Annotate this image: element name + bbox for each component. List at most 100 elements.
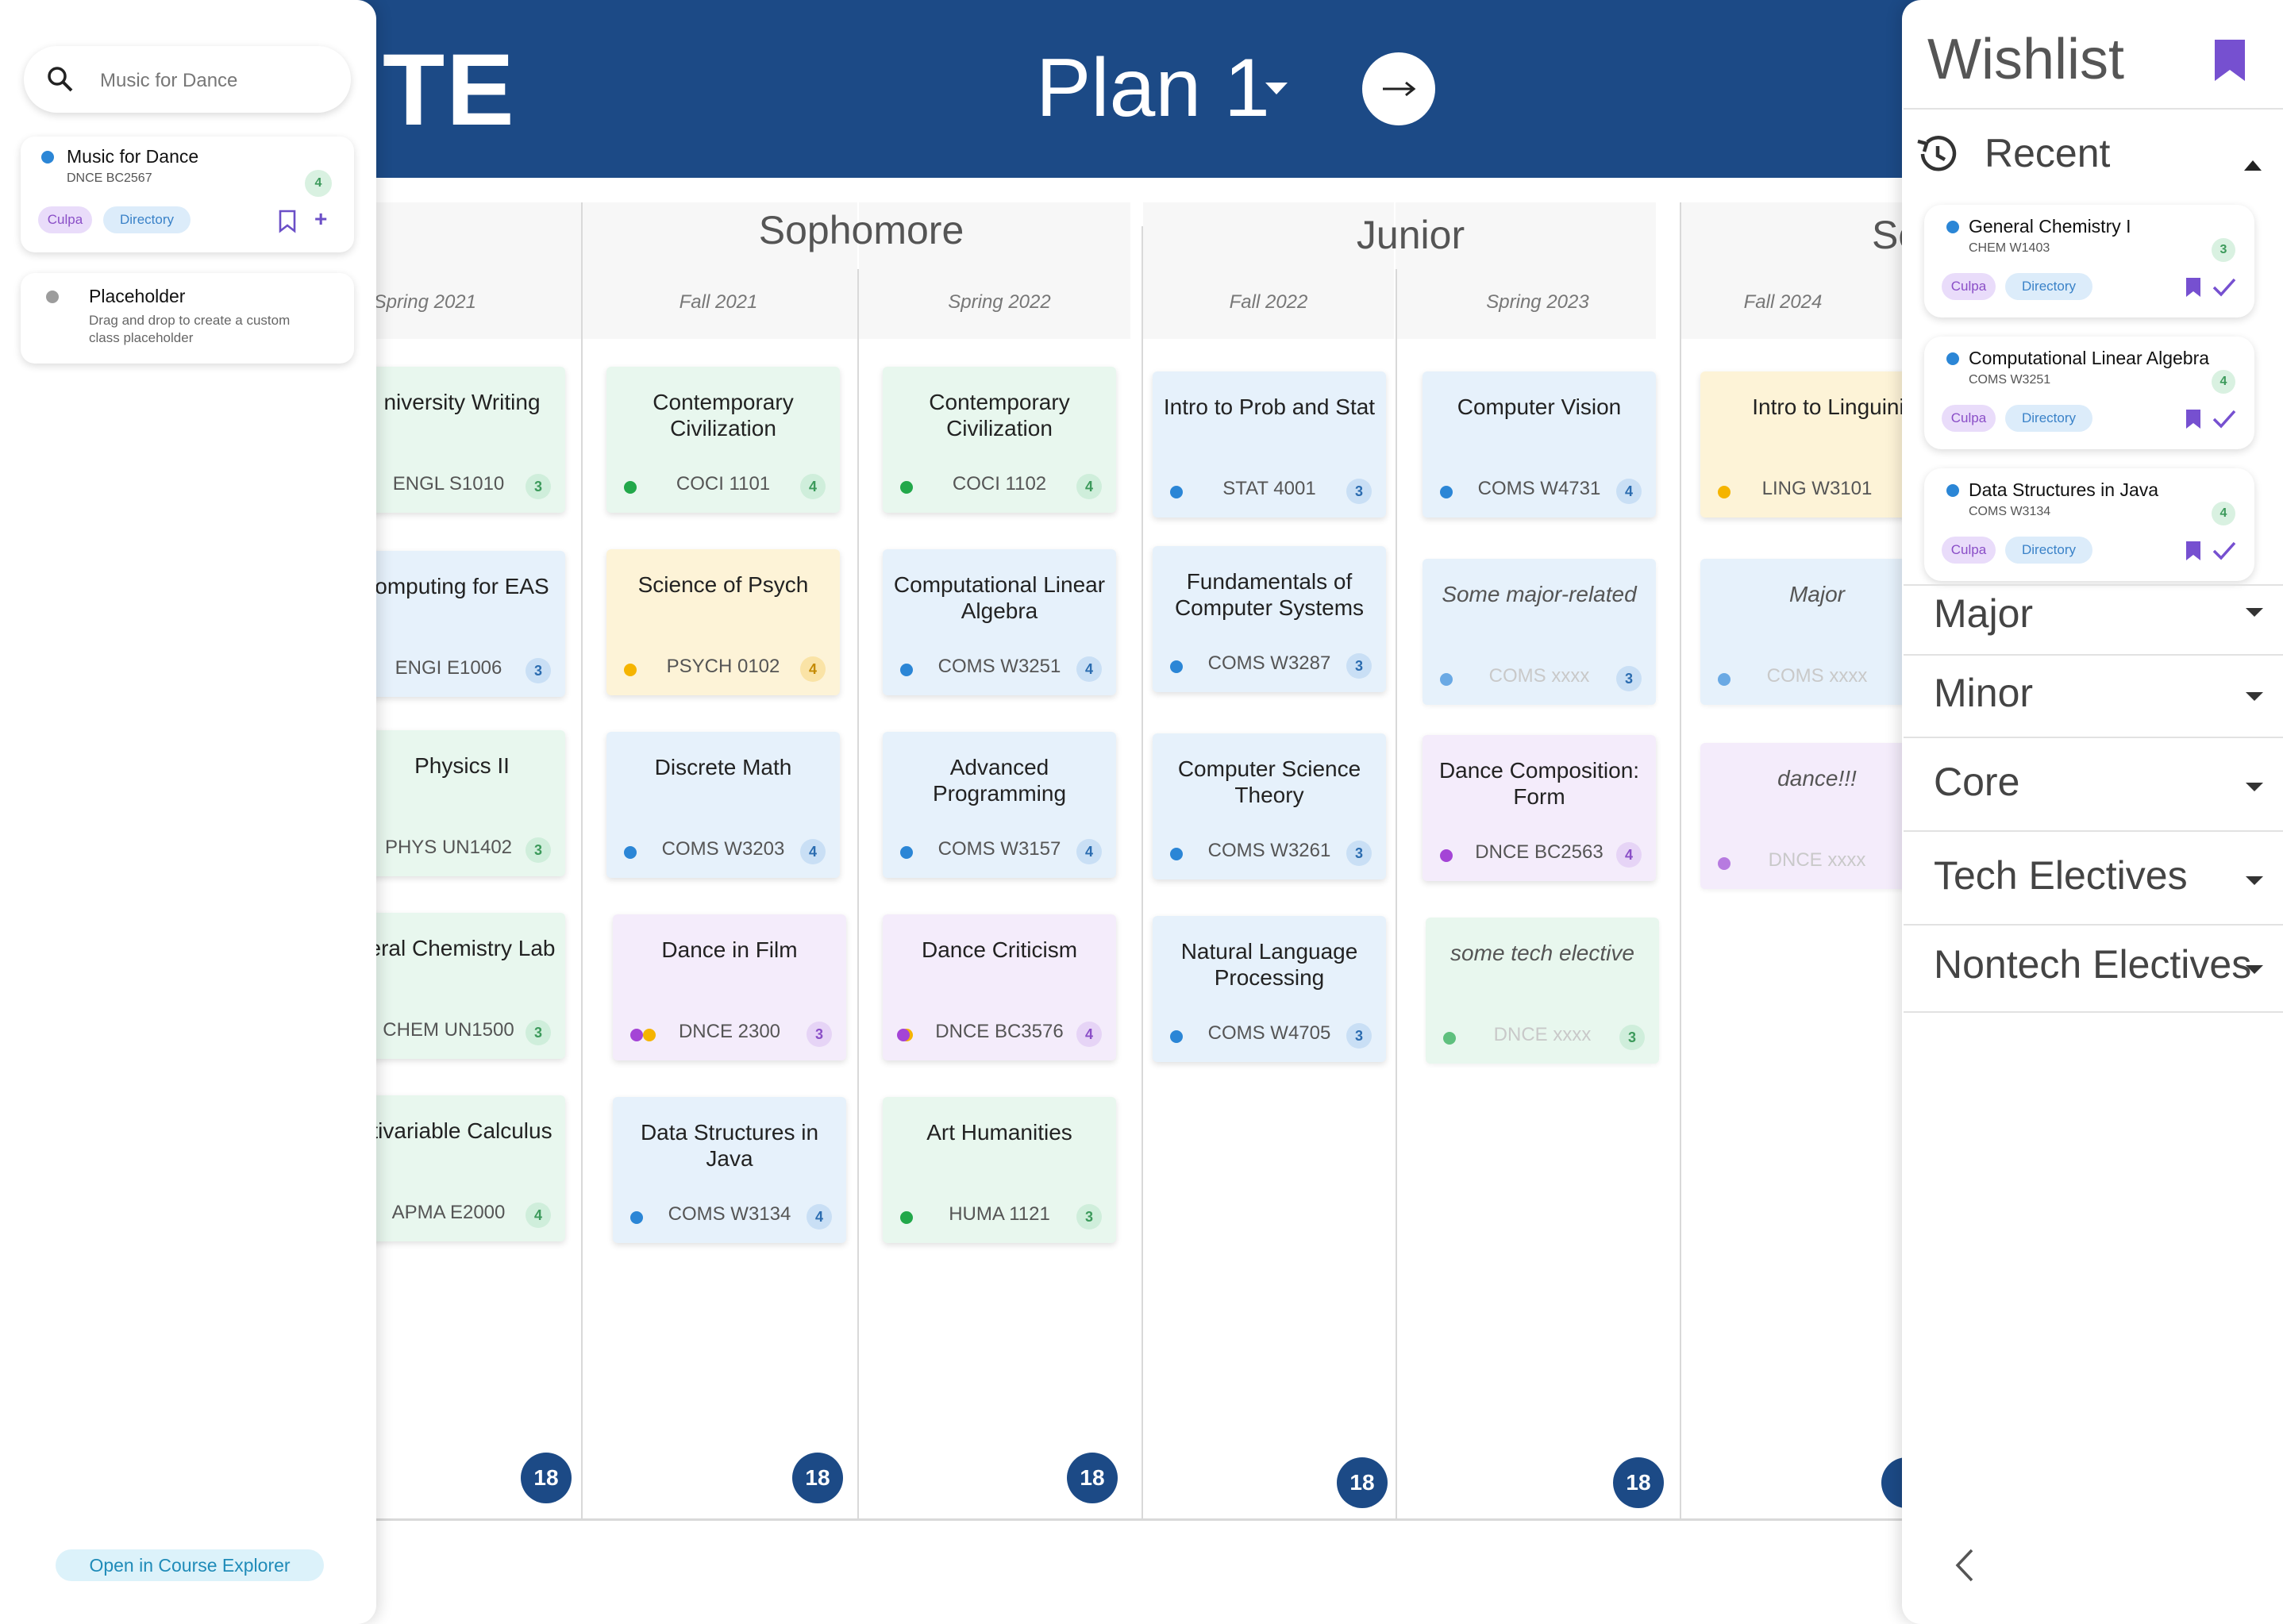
divider [1904, 584, 2283, 586]
open-course-explorer-button[interactable]: Open in Course Explorer [56, 1549, 324, 1581]
directory-link[interactable]: Directory [2005, 405, 2092, 432]
check-icon[interactable] [2212, 540, 2237, 562]
bookmark-icon[interactable] [2185, 540, 2202, 562]
placeholder-course-card[interactable]: Major COMS xxxx [1700, 559, 1934, 705]
placeholder-course-card[interactable]: Some major-related COMS xxxx 3 [1423, 559, 1656, 705]
course-code: COMS xxxx [1488, 665, 1590, 687]
category-dot [41, 151, 54, 164]
course-card[interactable]: Computational Linear Algebra COMS W3251 … [883, 549, 1116, 695]
course-card[interactable]: Natural Language Processing COMS W4705 3 [1153, 916, 1386, 1062]
wishlist-section-minor[interactable]: Minor [1934, 670, 2033, 716]
course-card[interactable]: Intro to Linguini LING W3101 [1700, 371, 1934, 518]
wishlist-section-nontech-electives[interactable]: Nontech Electives [1934, 941, 2251, 987]
course-card[interactable]: Computer Vision COMS W4731 4 [1423, 371, 1656, 518]
course-title: Some major-related [1442, 582, 1637, 606]
wishlist-course-card[interactable]: Data Structures in Java COMS W3134 4 Cul… [1924, 468, 2254, 581]
semester-credit-total: 18 [792, 1453, 843, 1503]
credit-badge: 4 [1076, 656, 1102, 682]
category-dot [46, 291, 59, 303]
plan-selector[interactable]: Plan 1 [1036, 41, 1270, 136]
wishlist-section-tech-electives[interactable]: Tech Electives [1934, 852, 2188, 899]
course-title: Contemporary Civilization [929, 390, 1070, 441]
course-card[interactable]: Computer Science Theory COMS W3261 3 [1153, 733, 1386, 879]
next-plan-button[interactable] [1362, 52, 1435, 125]
credit-badge: 3 [1616, 666, 1642, 691]
divider [1904, 924, 2283, 926]
course-title: Discrete Math [654, 755, 792, 779]
course-code: COMS W4731 [1477, 478, 1601, 499]
course-card[interactable]: Art Humanities HUMA 1121 3 [883, 1097, 1116, 1243]
bookmark-icon[interactable] [2185, 276, 2202, 298]
wishlist-course-code: CHEM W1403 [1969, 241, 2050, 255]
category-dot [1440, 673, 1453, 686]
wishlist-section-major[interactable]: Major [1934, 591, 2033, 637]
credit-badge: 4 [800, 656, 826, 682]
course-card[interactable]: Dance in Film DNCE 2300 3 [613, 914, 846, 1060]
course-card[interactable]: Contemporary Civilization COCI 1101 4 [606, 367, 840, 513]
course-title: Physics II [414, 753, 510, 778]
course-card[interactable]: Intro to Prob and Stat STAT 4001 3 [1153, 371, 1386, 518]
directory-link[interactable]: Directory [2005, 273, 2092, 300]
add-course-icon[interactable]: + [314, 206, 327, 232]
course-card[interactable]: Dance Composition: Form DNCE BC2563 4 [1423, 735, 1656, 881]
semester-credit-total: 18 [521, 1453, 572, 1503]
chevron-left-icon[interactable] [1954, 1548, 1975, 1583]
check-icon[interactable] [2212, 276, 2237, 298]
search-result-card[interactable]: Music for Dance DNCE BC2567 4 Culpa Dire… [21, 137, 354, 252]
course-card[interactable]: Discrete Math COMS W3203 4 [606, 732, 840, 878]
credit-badge: 3 [1346, 1023, 1372, 1049]
course-title: some tech elective [1450, 941, 1634, 965]
divider [1904, 830, 2283, 832]
culpa-link[interactable]: Culpa [1942, 273, 1996, 300]
bookmark-outline-icon[interactable] [278, 210, 297, 233]
category-dot [897, 1029, 910, 1041]
category-dot [900, 846, 913, 859]
course-card[interactable]: Data Structures in Java COMS W3134 4 [613, 1097, 846, 1243]
credit-badge: 4 [2212, 502, 2235, 525]
placeholder-course-card[interactable]: dance!!! DNCE xxxx [1700, 743, 1934, 889]
wishlist-course-card[interactable]: General Chemistry I CHEM W1403 3 Culpa D… [1924, 205, 2254, 317]
course-code: DNCE xxxx [1768, 849, 1866, 871]
check-icon[interactable] [2212, 408, 2237, 430]
semester-label: Fall 2022 [1229, 291, 1308, 313]
search-input-value: Music for Dance [100, 70, 238, 91]
directory-link[interactable]: Directory [103, 206, 191, 233]
wishlist-section-core[interactable]: Core [1934, 759, 2019, 805]
expand-caret-icon[interactable] [2246, 783, 2263, 791]
credit-badge: 4 [1076, 839, 1102, 864]
plan-dropdown-caret-icon[interactable] [1265, 83, 1288, 94]
wishlist-course-card[interactable]: Computational Linear Algebra COMS W3251 … [1924, 337, 2254, 449]
course-card[interactable]: Fundamentals of Computer Systems COMS W3… [1153, 546, 1386, 692]
placeholder-card[interactable]: Placeholder Drag and drop to create a cu… [21, 273, 354, 364]
divider [1904, 1011, 2283, 1013]
bookmark-icon[interactable] [2185, 408, 2202, 430]
placeholder-course-card[interactable]: some tech elective DNCE xxxx 3 [1426, 918, 1659, 1064]
category-dot [630, 1211, 643, 1224]
recent-section-header[interactable]: Recent [1985, 130, 2110, 176]
expand-caret-icon[interactable] [2246, 608, 2263, 617]
culpa-link[interactable]: Culpa [38, 206, 92, 233]
expand-caret-icon[interactable] [2246, 692, 2263, 701]
course-card[interactable]: Dance Criticism DNCE BC3576 4 [883, 914, 1116, 1060]
course-title: tivariable Calculus [372, 1118, 552, 1143]
placeholder-title: Placeholder [89, 286, 186, 306]
course-card[interactable]: Science of Psych PSYCH 0102 4 [606, 549, 840, 695]
course-title: Advanced Programming [932, 755, 1067, 806]
collapse-caret-icon[interactable] [2244, 160, 2262, 171]
credit-badge: 4 [800, 474, 826, 499]
culpa-link[interactable]: Culpa [1942, 405, 1996, 432]
culpa-link[interactable]: Culpa [1942, 537, 1996, 564]
course-code: COMS W3203 [661, 838, 785, 860]
placeholder-description: class placeholder [89, 330, 194, 345]
course-card[interactable]: Advanced Programming COMS W3157 4 [883, 732, 1116, 878]
board-bottom-border [373, 1518, 1905, 1521]
column-divider [857, 269, 859, 1520]
course-code: LING W3101 [1761, 478, 1873, 499]
course-code: PSYCH 0102 [666, 656, 780, 677]
course-card[interactable]: Contemporary Civilization COCI 1102 4 [883, 367, 1116, 513]
expand-caret-icon[interactable] [2246, 876, 2263, 885]
course-title: Computer Vision [1457, 394, 1622, 419]
directory-link[interactable]: Directory [2005, 537, 2092, 564]
category-dot [1170, 848, 1183, 860]
expand-caret-icon[interactable] [2246, 965, 2263, 974]
